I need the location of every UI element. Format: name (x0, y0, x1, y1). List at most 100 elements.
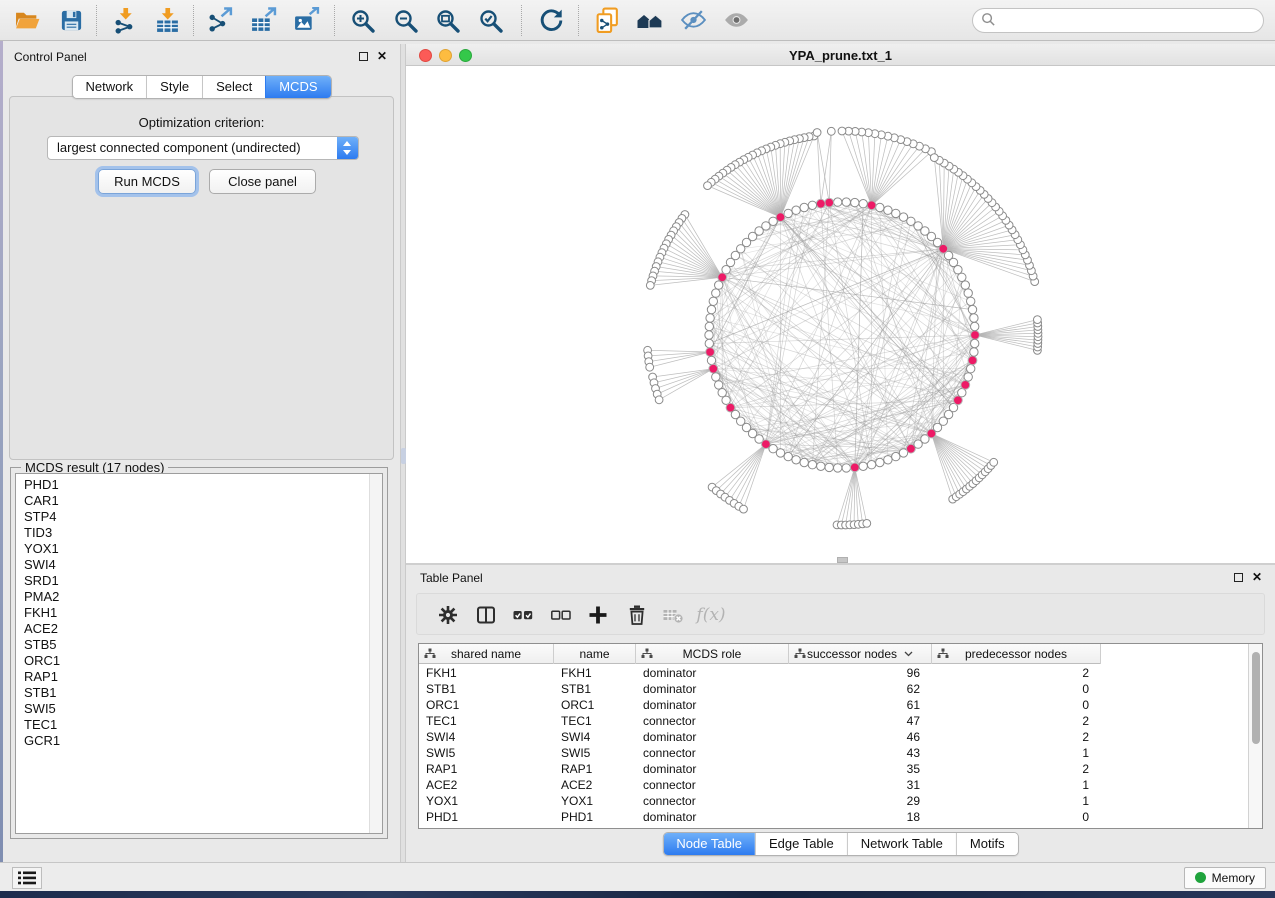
tab-select[interactable]: Select (202, 76, 265, 98)
show-all-icon[interactable] (717, 4, 755, 37)
table-row[interactable]: RAP1RAP1dominator352 (419, 761, 1247, 777)
graph-node[interactable] (784, 452, 792, 460)
tab-network-table[interactable]: Network Table (847, 833, 956, 855)
graph-leaf-node[interactable] (827, 127, 835, 135)
graph-node[interactable] (859, 462, 867, 470)
table-cell[interactable]: dominator (636, 729, 789, 745)
graph-node[interactable] (808, 201, 816, 209)
table-cell[interactable]: 61 (789, 697, 932, 713)
graph-node[interactable] (892, 209, 900, 217)
table-cell[interactable]: dominator (636, 681, 789, 697)
table-row[interactable]: SWI5SWI5connector431 (419, 745, 1247, 761)
table-cell[interactable]: dominator (636, 665, 789, 681)
table-cell[interactable]: ORC1 (554, 697, 636, 713)
table-cell[interactable]: RAP1 (554, 761, 636, 777)
table-cell[interactable]: TEC1 (419, 713, 554, 729)
first-neighbors-icon[interactable] (631, 4, 669, 37)
graph-node[interactable] (876, 458, 884, 466)
graph-node[interactable] (834, 464, 842, 472)
table-cell[interactable]: TEC1 (554, 713, 636, 729)
show-panel-list-button[interactable] (12, 867, 42, 889)
table-cell[interactable]: 1 (932, 745, 1101, 761)
table-cell[interactable]: 31 (789, 777, 932, 793)
graph-node[interactable] (967, 297, 975, 305)
graph-node[interactable] (892, 452, 900, 460)
table-row[interactable]: SWI4SWI4dominator462 (419, 729, 1247, 745)
table-cell[interactable]: ACE2 (554, 777, 636, 793)
table-row[interactable]: TEC1TEC1connector472 (419, 713, 1247, 729)
graph-node[interactable] (705, 331, 713, 339)
float-panel-icon[interactable] (1234, 573, 1243, 582)
float-panel-icon[interactable] (359, 52, 368, 61)
graph-node[interactable] (718, 389, 726, 397)
close-panel-button[interactable]: Close panel (209, 169, 316, 194)
table-row[interactable]: FKH1FKH1dominator962 (419, 665, 1247, 681)
graph-leaf-node[interactable] (704, 182, 712, 190)
graph-node-dominator[interactable] (825, 198, 834, 207)
graph-node[interactable] (859, 200, 867, 208)
graph-node[interactable] (705, 339, 713, 347)
import-network-icon[interactable] (106, 4, 144, 37)
result-list-item[interactable]: TID3 (24, 525, 382, 541)
graph-node[interactable] (712, 373, 720, 381)
graph-node[interactable] (792, 206, 800, 214)
graph-node[interactable] (876, 203, 884, 211)
table-cell[interactable]: PHD1 (419, 809, 554, 825)
table-cell[interactable]: dominator (636, 697, 789, 713)
import-table-icon[interactable] (148, 4, 186, 37)
graph-node-dominator[interactable] (850, 463, 859, 472)
table-row[interactable]: PHD1PHD1dominator180 (419, 809, 1247, 825)
result-list-item[interactable]: FKH1 (24, 605, 382, 621)
table-row[interactable]: YOX1YOX1connector291 (419, 793, 1247, 809)
graph-node[interactable] (707, 305, 715, 313)
graph-node[interactable] (958, 273, 966, 281)
result-list-item[interactable]: STB1 (24, 685, 382, 701)
table-cell[interactable]: 43 (789, 745, 932, 761)
graph-leaf-node[interactable] (930, 154, 938, 162)
table-cell[interactable]: ORC1 (419, 697, 554, 713)
zoom-in-icon[interactable] (344, 4, 382, 37)
table-row[interactable]: STB1STB1dominator620 (419, 681, 1247, 697)
result-list-item[interactable]: TEC1 (24, 717, 382, 733)
table-settings-gear-icon[interactable] (435, 603, 461, 627)
graph-leaf-node[interactable] (646, 363, 654, 371)
table-cell[interactable]: 29 (789, 793, 932, 809)
graph-node[interactable] (715, 281, 723, 289)
graph-node-dominator[interactable] (971, 331, 980, 340)
result-list-item[interactable]: YOX1 (24, 541, 382, 557)
table-cell[interactable]: 0 (932, 681, 1101, 697)
table-cell[interactable]: 2 (932, 761, 1101, 777)
table-cell[interactable]: connector (636, 745, 789, 761)
mcds-result-list[interactable]: PHD1CAR1STP4TID3YOX1SWI4SRD1PMA2FKH1ACE2… (15, 473, 383, 834)
graph-node[interactable] (964, 289, 972, 297)
table-cell[interactable]: 1 (932, 777, 1101, 793)
result-list-item[interactable]: ORC1 (24, 653, 382, 669)
result-list-item[interactable]: SWI5 (24, 701, 382, 717)
close-panel-icon[interactable]: ✕ (377, 49, 387, 63)
criterion-dropdown[interactable]: largest connected component (undirected) (47, 136, 359, 160)
table-cell[interactable]: 96 (789, 665, 932, 681)
table-cell[interactable]: 2 (932, 665, 1101, 681)
table-cell[interactable]: 18 (789, 809, 932, 825)
result-list-item[interactable]: CAR1 (24, 493, 382, 509)
graph-node[interactable] (707, 356, 715, 364)
table-cell[interactable]: STB1 (554, 681, 636, 697)
graph-node[interactable] (800, 458, 808, 466)
result-list-item[interactable]: ACE2 (24, 621, 382, 637)
graph-node[interactable] (712, 289, 720, 297)
splitter-grip[interactable] (837, 557, 848, 563)
tab-network[interactable]: Network (72, 76, 146, 98)
table-cell[interactable]: 35 (789, 761, 932, 777)
graph-leaf-node[interactable] (863, 520, 871, 528)
table-cell[interactable]: PHD1 (554, 809, 636, 825)
graph-leaf-node[interactable] (1034, 316, 1042, 324)
graph-leaf-node[interactable] (813, 129, 821, 137)
graph-node[interactable] (884, 206, 892, 214)
graph-node[interactable] (968, 305, 976, 313)
graph-node-dominator[interactable] (706, 348, 715, 357)
graph-node[interactable] (842, 198, 850, 206)
open-session-icon[interactable] (8, 4, 46, 37)
result-list-item[interactable]: SRD1 (24, 573, 382, 589)
add-column-icon[interactable] (585, 603, 611, 627)
table-cell[interactable]: 1 (932, 793, 1101, 809)
